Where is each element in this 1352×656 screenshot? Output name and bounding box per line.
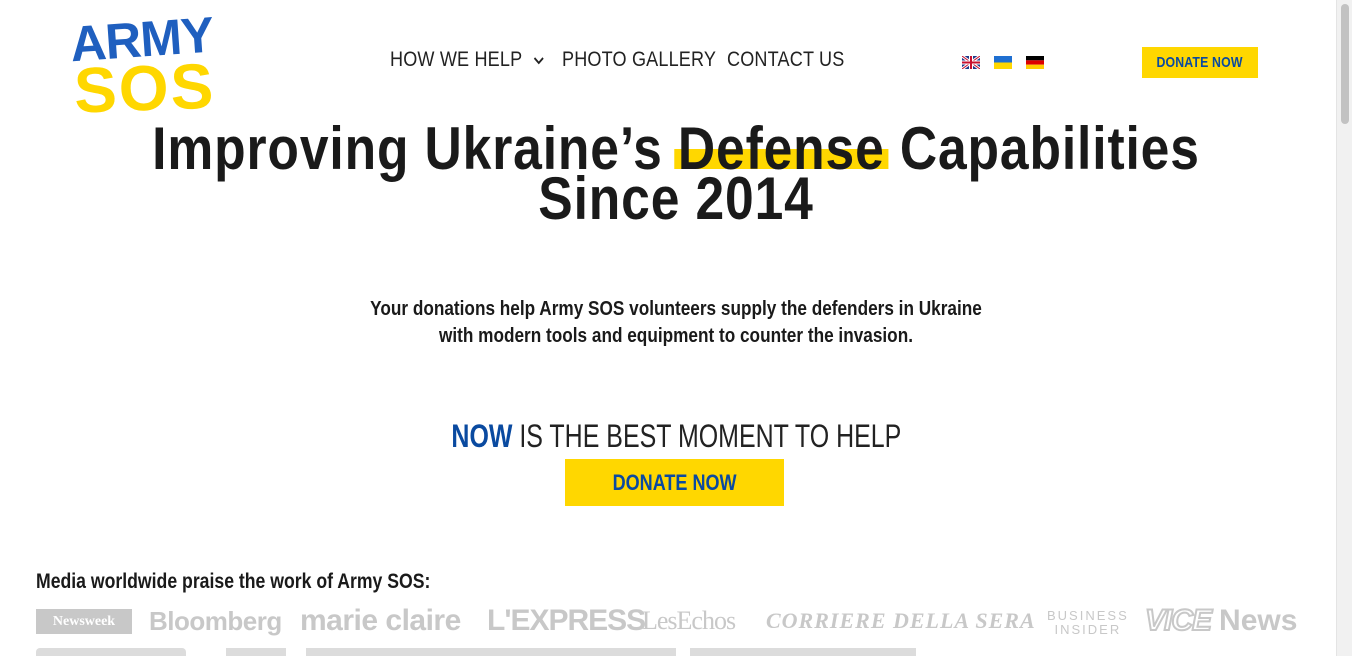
- call-to-action-heading: NOW IS THE BEST MOMENT TO HELP: [0, 418, 1352, 455]
- donate-now-header-button[interactable]: DONATE NOW: [1142, 47, 1258, 78]
- donate-now-main-button[interactable]: DONATE NOW: [565, 459, 784, 506]
- nav-contact-us-label: CONTACT US: [727, 48, 845, 71]
- cta-now-word: NOW: [451, 418, 513, 454]
- scrollbar-thumb[interactable]: [1341, 4, 1349, 124]
- business-insider-logo: BUSINESS INSIDER: [1047, 606, 1129, 640]
- nav-how-we-help-label: HOW WE HELP: [390, 48, 523, 71]
- logo-text-sos: SOS: [73, 50, 217, 114]
- ukraine-flag-icon[interactable]: [994, 56, 1012, 69]
- vice-news-logo: VICE News: [1144, 603, 1298, 638]
- business-insider-line1: BUSINESS: [1047, 608, 1129, 623]
- page-scrollbar[interactable]: [1336, 0, 1352, 656]
- newsweek-logo: Newsweek: [36, 609, 132, 634]
- donate-now-header-label: DONATE NOW: [1156, 54, 1244, 71]
- cutoff-logo-1: [36, 648, 186, 656]
- hero-subtitle-line1: Your donations help Army SOS volunteers …: [370, 298, 982, 320]
- army-sos-logo[interactable]: ARMY SOS: [68, 8, 233, 114]
- lexpress-logo: L'EXPRESS: [487, 604, 646, 637]
- hero-subtitle: Your donations help Army SOS volunteers …: [0, 296, 1352, 350]
- corriere-della-sera-logo: CORRIERE DELLA SERA: [766, 608, 1036, 633]
- nav-contact-us[interactable]: CONTACT US: [727, 48, 844, 72]
- cutoff-logo-4: [690, 648, 916, 656]
- business-insider-line2: INSIDER: [1054, 622, 1122, 637]
- donate-now-main-label: DONATE NOW: [612, 469, 737, 495]
- media-praise-heading: Media worldwide praise the work of Army …: [36, 570, 431, 593]
- germany-flag-icon[interactable]: [1026, 56, 1044, 69]
- cta-rest-text: IS THE BEST MOMENT TO HELP: [519, 418, 901, 454]
- bloomberg-logo: Bloomberg: [149, 605, 282, 636]
- hero-title: Improving Ukraine’s Defense Capabilities…: [0, 119, 1352, 232]
- les-echos-logo: LesEchos: [642, 606, 736, 635]
- media-logos-row-2-cutoff: [36, 648, 936, 656]
- vice-logo-text: VICE: [1144, 603, 1213, 638]
- nav-photo-gallery[interactable]: PHOTO GALLERY: [562, 48, 716, 72]
- language-switcher: [962, 56, 1044, 69]
- hero-subtitle-line2: with modern tools and equipment to count…: [439, 325, 913, 347]
- hero-title-part2: Capabilities: [899, 115, 1200, 182]
- nav-photo-gallery-label: PHOTO GALLERY: [562, 48, 717, 71]
- chevron-down-icon: [533, 57, 544, 65]
- hero-title-line2: Since 2014: [538, 165, 814, 232]
- nav-how-we-help[interactable]: HOW WE HELP: [390, 48, 545, 72]
- news-logo-text: News: [1219, 604, 1298, 637]
- uk-flag-icon[interactable]: [962, 56, 980, 69]
- cutoff-logo-2: [226, 648, 286, 656]
- marie-claire-logo: marie claire: [300, 604, 461, 637]
- cutoff-logo-3: [306, 648, 676, 656]
- media-logos-row: Newsweek Bloomberg marie claire L'EXPRES…: [36, 603, 1326, 640]
